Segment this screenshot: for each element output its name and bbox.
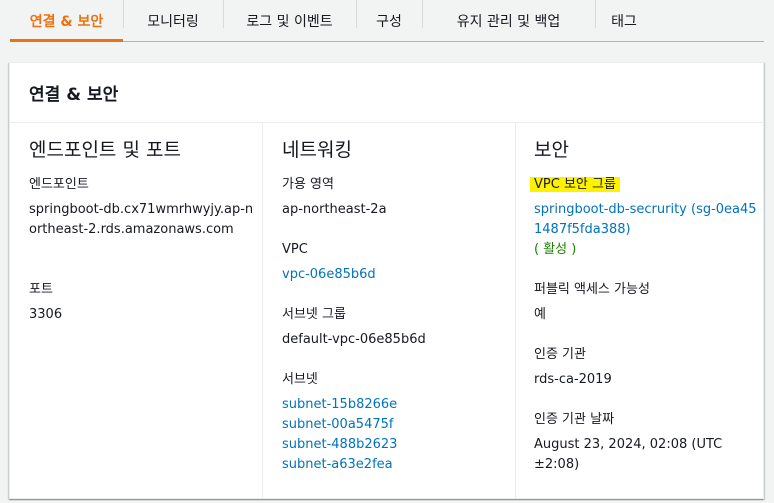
subnet-link[interactable]: subnet-15b8266e bbox=[282, 395, 507, 415]
panel-title: 연결 & 보안 bbox=[29, 85, 119, 105]
subnet-group-field: 서브넷 그룹 default-vpc-06e85b6d bbox=[282, 305, 507, 350]
port-label: 포트 bbox=[29, 282, 53, 297]
networking-title: 네트워킹 bbox=[282, 139, 352, 161]
az-label: 가용 영역 bbox=[282, 177, 334, 192]
endpoint-value: springboot-db.cx71wmrhwyjy.ap-northeast-… bbox=[29, 202, 254, 237]
security-group-label: VPC 보안 그룹 bbox=[530, 177, 620, 192]
ca-date-value: August 23, 2024, 02:08 (UTC±2:08) bbox=[534, 437, 723, 472]
vpc-link[interactable]: vpc-06e85b6d bbox=[282, 265, 507, 285]
subnet-link[interactable]: subnet-488b2623 bbox=[282, 435, 507, 455]
networking-column: 네트워킹 가용 영역 ap-northeast-2a VPC vpc-06e85… bbox=[262, 123, 515, 499]
port-value: 3306 bbox=[29, 307, 63, 322]
tab-connectivity-security[interactable]: 연결 & 보안 bbox=[10, 0, 123, 42]
vpc-label: VPC bbox=[282, 242, 308, 257]
security-column: 보안 VPC 보안 그룹 springboot-db-secrurity (sg… bbox=[515, 123, 765, 499]
tab-tags[interactable]: 태그 bbox=[595, 0, 653, 41]
tab-configuration[interactable]: 구성 bbox=[356, 0, 422, 41]
endpoint-port-column: 엔드포인트 및 포트 엔드포인트 springboot-db.cx71wmrhw… bbox=[10, 123, 262, 499]
endpoint-port-title: 엔드포인트 및 포트 bbox=[29, 139, 181, 161]
endpoint-field: 엔드포인트 springboot-db.cx71wmrhwyjy.ap-nort… bbox=[29, 175, 254, 240]
public-access-label: 퍼블릭 액세스 가능성 bbox=[534, 282, 650, 297]
ca-field: 인증 기관 rds-ca-2019 bbox=[534, 345, 759, 390]
panel-body: 엔드포인트 및 포트 엔드포인트 springboot-db.cx71wmrhw… bbox=[10, 123, 763, 499]
subnets-label: 서브넷 bbox=[282, 372, 318, 387]
tab-bar: 연결 & 보안 모니터링 로그 및 이벤트 구성 유지 관리 및 백업 태그 bbox=[10, 0, 764, 42]
security-title: 보안 bbox=[534, 139, 569, 161]
tab-maintenance-backup[interactable]: 유지 관리 및 백업 bbox=[422, 0, 595, 41]
panel-header: 연결 & 보안 bbox=[10, 63, 763, 123]
subnets-field: 서브넷 subnet-15b8266e subnet-00a5475f subn… bbox=[282, 370, 507, 475]
az-field: 가용 영역 ap-northeast-2a bbox=[282, 175, 507, 220]
public-access-field: 퍼블릭 액세스 가능성 예 bbox=[534, 280, 759, 325]
tab-logs-events[interactable]: 로그 및 이벤트 bbox=[223, 0, 356, 41]
subnet-link[interactable]: subnet-a63e2fea bbox=[282, 455, 507, 475]
security-group-link[interactable]: springboot-db-secrurity (sg-0ea451487f5f… bbox=[534, 200, 759, 240]
ca-label: 인증 기관 bbox=[534, 347, 586, 362]
endpoint-label: 엔드포인트 bbox=[29, 177, 89, 192]
ca-value: rds-ca-2019 bbox=[534, 372, 612, 387]
subnet-group-label: 서브넷 그룹 bbox=[282, 307, 346, 322]
ca-date-field: 인증 기관 날짜 August 23, 2024, 02:08 (UTC±2:0… bbox=[534, 410, 724, 475]
ca-date-label: 인증 기관 날짜 bbox=[534, 412, 615, 427]
status-badge: ( 활성 ) bbox=[534, 242, 577, 257]
tab-monitoring[interactable]: 모니터링 bbox=[123, 0, 223, 41]
security-group-field: VPC 보안 그룹 springboot-db-secrurity (sg-0e… bbox=[530, 175, 759, 260]
subnet-group-value: default-vpc-06e85b6d bbox=[282, 332, 426, 347]
az-value: ap-northeast-2a bbox=[282, 202, 387, 217]
connectivity-security-panel: 연결 & 보안 엔드포인트 및 포트 엔드포인트 springboot-db.c… bbox=[9, 62, 764, 499]
subnet-link[interactable]: subnet-00a5475f bbox=[282, 415, 507, 435]
port-field: 포트 3306 bbox=[29, 280, 254, 325]
vpc-field: VPC vpc-06e85b6d bbox=[282, 240, 507, 285]
public-access-value: 예 bbox=[534, 307, 546, 322]
